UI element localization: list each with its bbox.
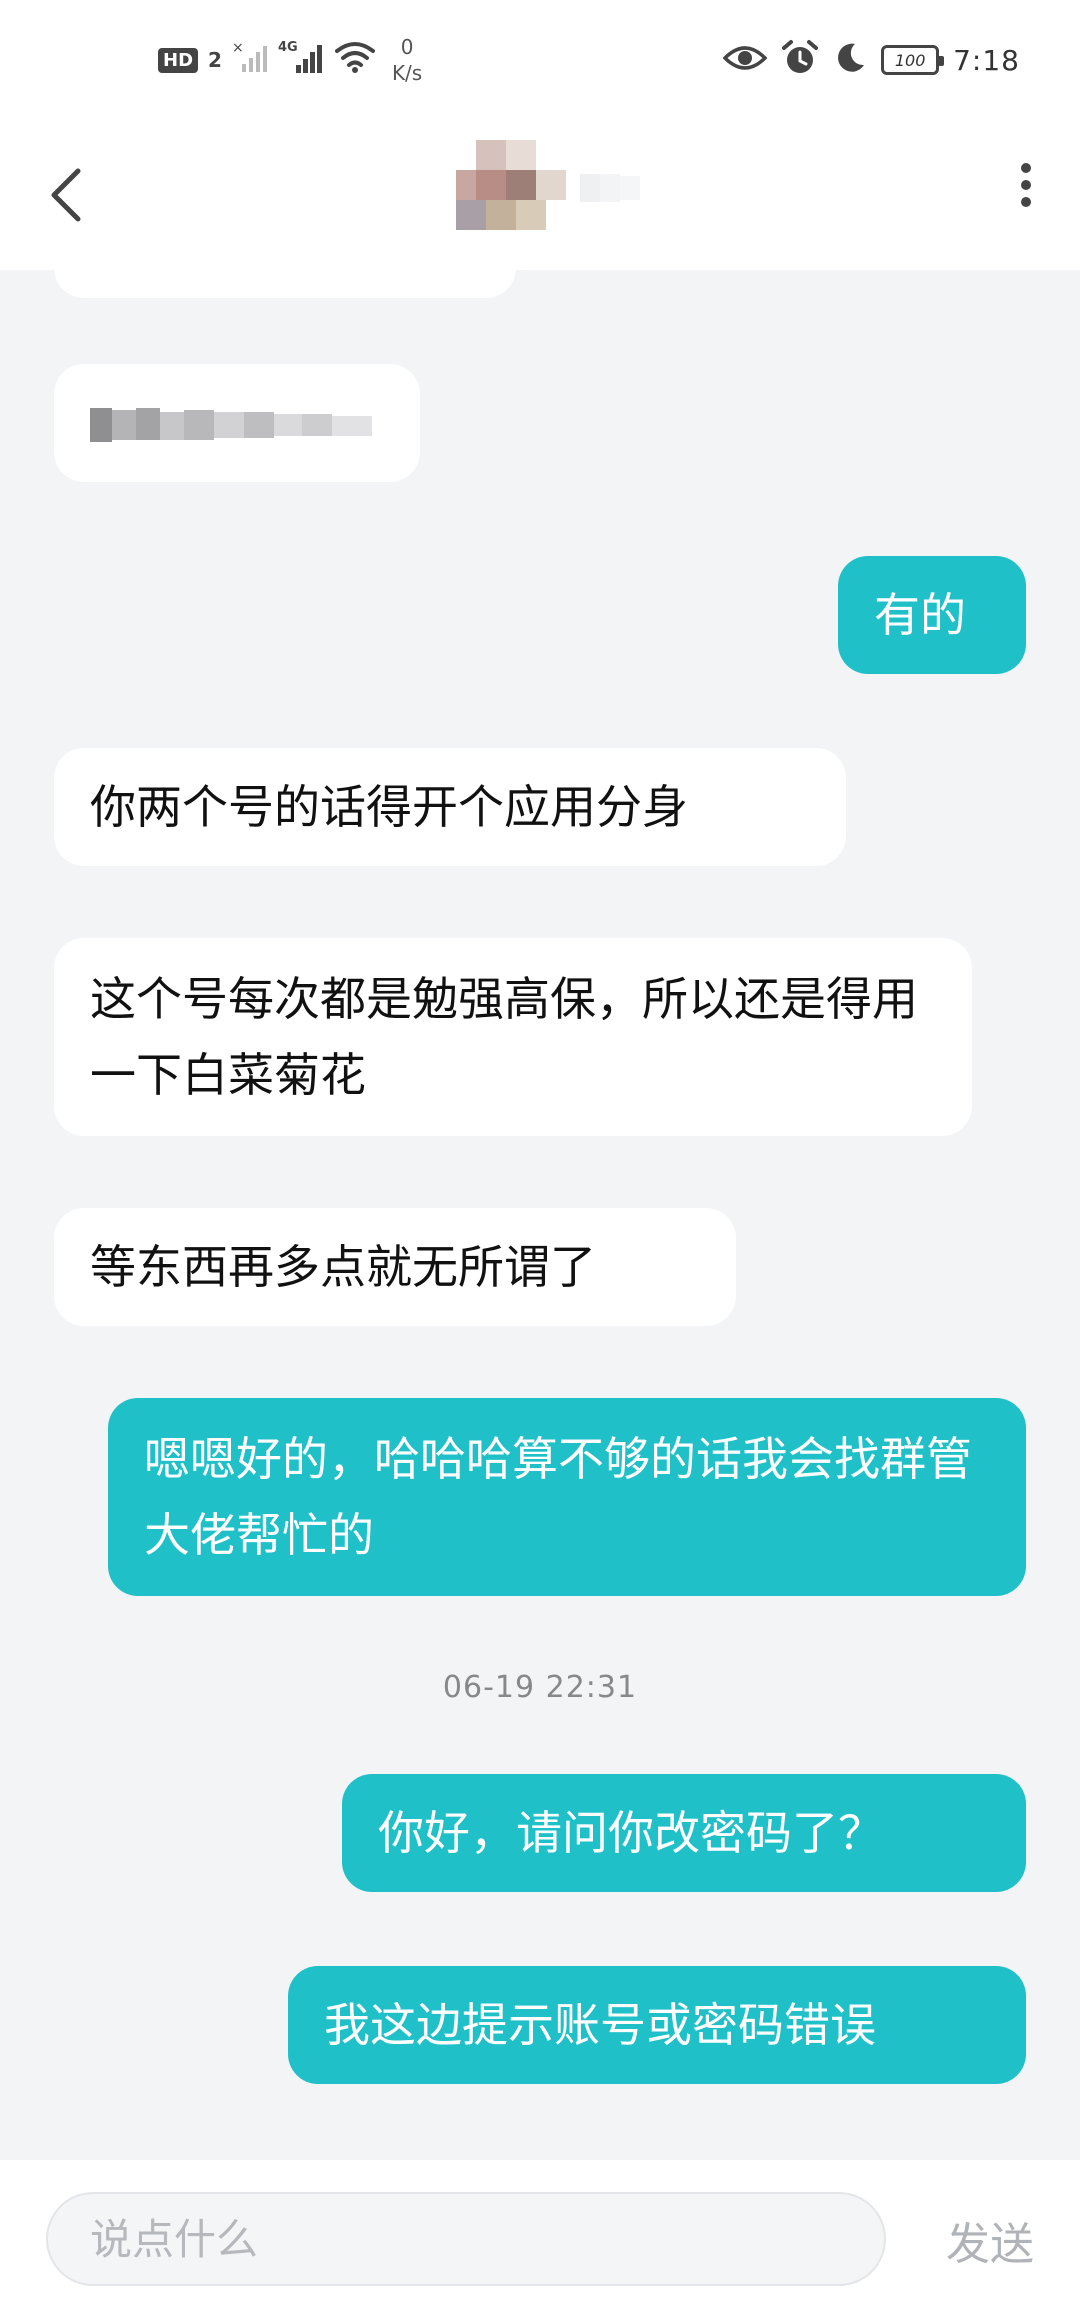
wifi-icon <box>334 40 376 80</box>
message-bubble-outgoing[interactable]: 嗯嗯好的，哈哈哈算不够的话我会找群管大佬帮忙的 <box>108 1398 1026 1596</box>
hd-badge: HD <box>158 47 199 73</box>
back-arrow-icon <box>51 168 81 222</box>
message-bubble-outgoing[interactable]: 我这边提示账号或密码错误 <box>288 1966 1026 2084</box>
status-bar: HD 2 × 4G 0 K/s 100 7:18 <box>0 0 1080 120</box>
net-speed: 0 K/s <box>392 34 422 86</box>
eye-icon <box>722 43 768 77</box>
no-signal-icon: × <box>232 40 268 80</box>
contact-name-blurred <box>580 168 670 208</box>
battery-icon: 100 <box>881 45 945 75</box>
message-bubble-outgoing[interactable]: 有的 <box>838 556 1026 674</box>
message-timestamp: 06-19 22:31 <box>442 1670 638 1705</box>
message-input[interactable] <box>46 2192 886 2286</box>
network-type: 4G <box>278 40 298 55</box>
signal-icon: 4G <box>278 39 324 81</box>
svg-text:×: × <box>232 40 244 56</box>
avatar[interactable] <box>456 140 576 230</box>
message-bubble-outgoing[interactable]: 你好，请问你改密码了？ <box>342 1774 1026 1892</box>
more-button[interactable] <box>996 150 1056 220</box>
input-bar: 发送 <box>0 2160 1080 2310</box>
back-button[interactable] <box>36 160 96 230</box>
message-bubble-incoming[interactable] <box>54 270 516 298</box>
more-vertical-icon <box>1021 163 1031 207</box>
message-bubble-incoming-blurred[interactable] <box>54 364 420 482</box>
blurred-text <box>90 408 372 442</box>
net-speed-value: 0 <box>400 35 414 59</box>
clock: 7:18 <box>953 43 1020 77</box>
message-bubble-incoming[interactable]: 这个号每次都是勉强高保，所以还是得用一下白菜菊花 <box>54 938 972 1136</box>
sim-number: 2 <box>208 48 222 72</box>
status-left: HD 2 × 4G 0 K/s <box>158 34 422 86</box>
message-bubble-incoming[interactable]: 等东西再多点就无所谓了 <box>54 1208 736 1326</box>
alarm-icon <box>781 39 819 81</box>
status-right: 100 7:18 <box>722 36 1020 84</box>
send-button[interactable]: 发送 <box>930 2200 1050 2280</box>
moon-icon <box>833 41 867 79</box>
message-bubble-incoming[interactable]: 你两个号的话得开个应用分身 <box>54 748 846 866</box>
net-speed-unit: K/s <box>391 61 423 85</box>
message-list[interactable]: 有的 你两个号的话得开个应用分身 这个号每次都是勉强高保，所以还是得用一下白菜菊… <box>0 270 1080 2160</box>
battery-level: 100 <box>894 50 926 70</box>
